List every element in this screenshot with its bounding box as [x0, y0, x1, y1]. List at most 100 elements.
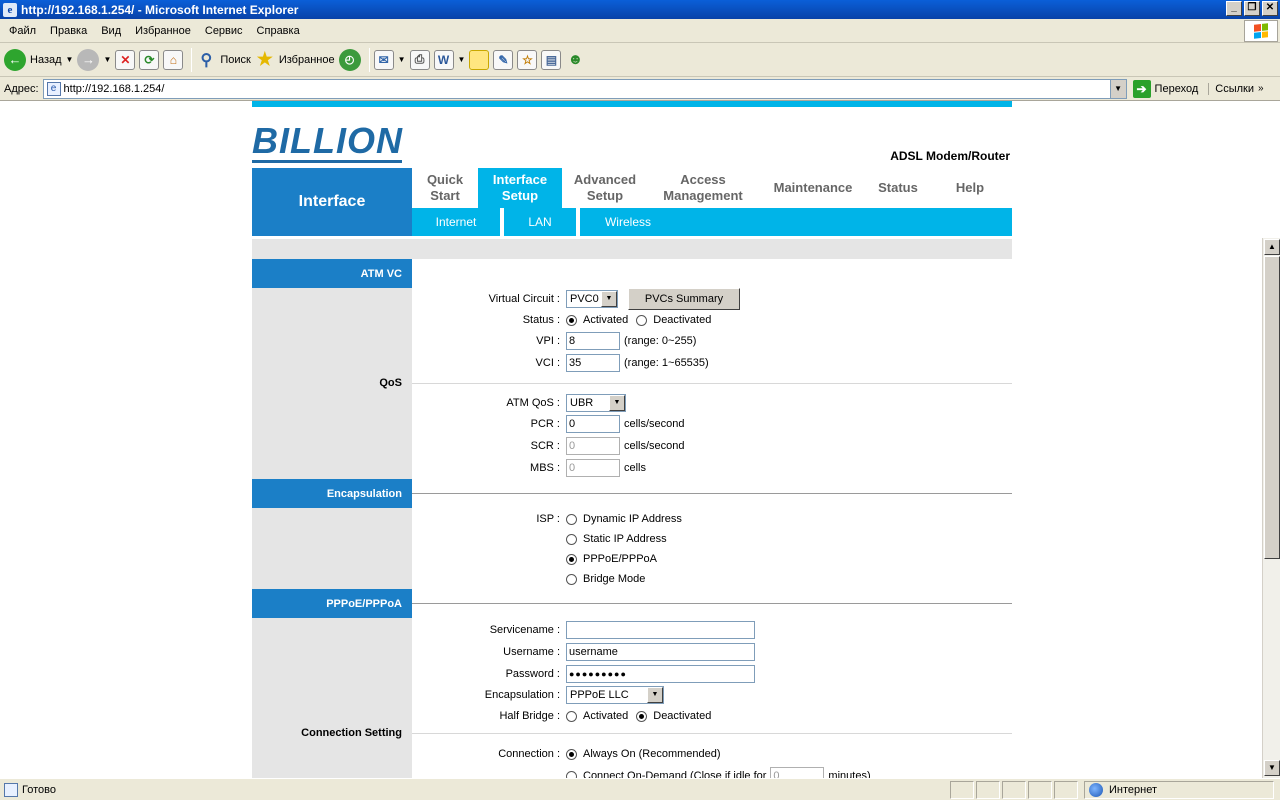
scr-input[interactable]: 0	[566, 437, 620, 455]
home-button[interactable]: ⌂	[163, 46, 184, 74]
links-button[interactable]: Ссылки	[1208, 82, 1254, 95]
row-servicename: Servicename :	[412, 620, 1012, 640]
scroll-up-icon[interactable]: ▲	[1264, 239, 1280, 255]
connection-on-demand-radio[interactable]	[566, 770, 577, 778]
contacts-button[interactable]: ☻	[565, 46, 585, 74]
refresh-button[interactable]: ⟳	[139, 46, 160, 74]
isp-dynamic-radio[interactable]	[566, 513, 577, 525]
divider	[412, 733, 1012, 734]
isp-bridge-radio[interactable]	[566, 573, 577, 585]
vci-range: (range: 1~65535)	[624, 357, 709, 369]
status-pane	[976, 780, 1000, 799]
tab-advanced-setup[interactable]: Advanced Setup	[562, 168, 648, 208]
menu-file[interactable]: Файл	[2, 19, 43, 43]
half-bridge-activated-radio[interactable]	[566, 710, 577, 722]
messenger-button[interactable]: ✎	[493, 46, 514, 74]
status-activated-radio[interactable]	[566, 314, 577, 326]
atm-qos-select[interactable]: UBR ▼	[566, 394, 626, 412]
row-isp: ISP : Dynamic IP Address	[412, 509, 1012, 529]
menu-edit[interactable]: Правка	[43, 19, 94, 43]
refresh-icon: ⟳	[139, 49, 160, 70]
mail-button[interactable]: ✉ ▼	[373, 46, 406, 74]
subtab-wireless[interactable]: Wireless	[580, 208, 676, 236]
row-virtual-circuit: Virtual Circuit : PVC0 ▼ PVCs Summary	[412, 288, 1012, 310]
mbs-input[interactable]: 0	[566, 459, 620, 477]
subtab-internet[interactable]: Internet	[412, 208, 500, 236]
tab-access-management[interactable]: Access Management	[648, 168, 758, 208]
vpi-input[interactable]: 8	[566, 332, 620, 350]
research-button[interactable]: ☆	[517, 46, 538, 74]
row-encapsulation: Encapsulation : PPPoE LLC ▼	[412, 685, 1012, 705]
tab-interface-setup[interactable]: Interface Setup	[478, 168, 562, 208]
tab-status[interactable]: Status	[868, 168, 928, 208]
encapsulation-select[interactable]: PPPoE LLC ▼	[566, 686, 664, 704]
search-button[interactable]: ⚲ Поиск	[196, 46, 251, 74]
vpi-label: VPI :	[536, 335, 560, 347]
servicename-label: Servicename :	[489, 624, 560, 636]
row-half-bridge: Half Bridge : Activated Deactivated	[412, 706, 1012, 726]
router-page: BILLION ADSL Modem/Router Interface Quic…	[252, 101, 1012, 778]
row-vci: VCI : 35 (range: 1~65535)	[412, 353, 1012, 373]
pcr-input[interactable]: 0	[566, 415, 620, 433]
printer-icon: ⎙	[409, 49, 430, 70]
status-pane	[1054, 780, 1078, 799]
isp-static-radio[interactable]	[566, 533, 577, 545]
main-navigation: Interface Quick Start Interface Setup Ad…	[252, 168, 1012, 236]
menu-favorites[interactable]: Избранное	[128, 19, 198, 43]
scroll-down-icon[interactable]: ▼	[1264, 760, 1280, 776]
section-encapsulation: Encapsulation	[252, 479, 412, 508]
half-bridge-deactivated-radio[interactable]	[636, 710, 648, 722]
go-label: Переход	[1154, 82, 1199, 95]
address-url[interactable]: http://192.168.1.254/	[64, 83, 165, 95]
vci-input[interactable]: 35	[566, 354, 620, 372]
half-bridge-label: Half Bridge :	[499, 710, 560, 722]
history-button[interactable]: ◴	[338, 46, 361, 74]
servicename-input[interactable]	[566, 621, 755, 639]
subtab-lan[interactable]: LAN	[504, 208, 576, 236]
chevron-right-icon[interactable]: »	[1258, 83, 1264, 94]
tools-button[interactable]: ▤	[541, 46, 562, 74]
connection-always-on-radio[interactable]	[566, 748, 577, 760]
tab-help[interactable]: Help	[928, 168, 1012, 208]
menu-help[interactable]: Справка	[250, 19, 307, 43]
menu-tools[interactable]: Сервис	[198, 19, 250, 43]
minimize-button[interactable]: _	[1226, 1, 1242, 16]
address-input[interactable]: e http://192.168.1.254/ ▼	[42, 78, 1127, 99]
back-dropdown-icon[interactable]: ▼	[66, 55, 74, 64]
password-input[interactable]: ●●●●●●●●●	[566, 665, 755, 683]
section-title: Interface	[252, 168, 412, 236]
mail-dropdown-icon[interactable]: ▼	[398, 55, 406, 64]
edit-button[interactable]: W ▼	[433, 46, 466, 74]
virtual-circuit-select[interactable]: PVC0 ▼	[566, 290, 618, 308]
address-dropdown-icon[interactable]: ▼	[1109, 79, 1126, 98]
idle-minutes-input[interactable]: 0	[770, 767, 825, 778]
pvcs-summary-button[interactable]: PVCs Summary	[628, 288, 740, 310]
status-deactivated-radio[interactable]	[636, 314, 648, 326]
row-isp-static: Static IP Address	[412, 529, 1012, 549]
forward-button[interactable]: → ▼	[77, 46, 111, 74]
maximize-button[interactable]: ❐	[1244, 1, 1260, 16]
sub-navigation: Internet LAN Wireless	[412, 208, 1012, 236]
vertical-scrollbar[interactable]: ▲ ▼	[1262, 238, 1280, 778]
go-button[interactable]: ➔ Переход	[1132, 79, 1199, 98]
username-input[interactable]: username	[566, 643, 755, 661]
stop-button[interactable]: ✕	[115, 46, 136, 74]
row-atm-qos: ATM QoS : UBR ▼	[412, 393, 1012, 413]
menu-view[interactable]: Вид	[94, 19, 128, 43]
print-button[interactable]: ⎙	[409, 46, 430, 74]
discuss-button[interactable]	[469, 46, 490, 74]
research-icon: ☆	[517, 49, 538, 70]
back-button[interactable]: ← Назад ▼	[4, 46, 73, 74]
scroll-thumb[interactable]	[1264, 256, 1280, 559]
close-button[interactable]: ✕	[1262, 1, 1278, 16]
row-mbs: MBS : 0 cells	[412, 458, 1012, 478]
tab-maintenance[interactable]: Maintenance	[758, 168, 868, 208]
favorites-button[interactable]: ★ Избранное	[255, 46, 335, 74]
chevron-down-icon: ▼	[647, 687, 663, 703]
isp-pppoe-radio[interactable]	[566, 553, 577, 565]
tab-quick-start[interactable]: Quick Start	[412, 168, 478, 208]
status-label: Status :	[522, 314, 560, 326]
forward-dropdown-icon[interactable]: ▼	[103, 55, 111, 64]
edit-dropdown-icon[interactable]: ▼	[458, 55, 466, 64]
mbs-unit: cells	[624, 462, 647, 474]
